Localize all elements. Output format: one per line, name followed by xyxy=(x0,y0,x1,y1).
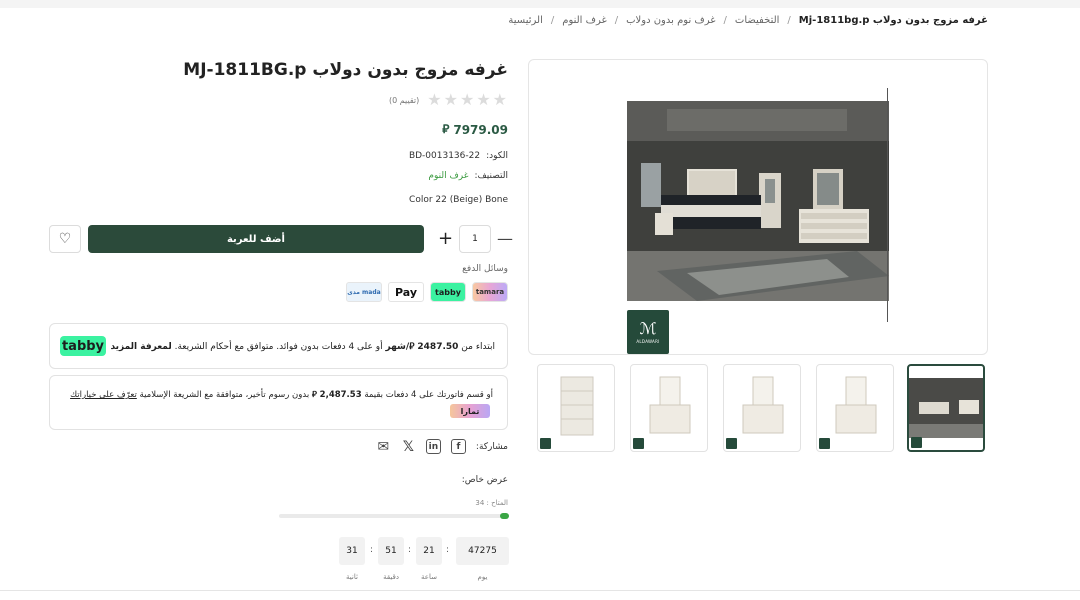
main-image-container[interactable]: ℳ ALDAWARI xyxy=(528,59,988,355)
tabby-logo: tabby xyxy=(430,282,466,302)
tabby-promo[interactable]: tabby ابتداء من 2487.50 ⃁/شهر أو على 4 د… xyxy=(49,323,508,369)
product-code-line: الكود: BD-0013136-22 xyxy=(409,151,508,161)
breadcrumb-bedrooms[interactable]: غرف النوم xyxy=(562,15,607,26)
product-photo xyxy=(627,101,889,301)
quantity-row: ♡ أضف للعربة + 1 — xyxy=(49,225,513,253)
thumbnail[interactable] xyxy=(816,364,894,452)
countdown-days-label: يوم xyxy=(477,573,488,581)
category-label: التصنيف: xyxy=(474,171,508,181)
star-icon[interactable]: ★ xyxy=(460,92,474,108)
photo-divider xyxy=(887,88,888,322)
special-offer-label: عرض خاص: xyxy=(461,475,508,485)
share-row: مشاركة: f in 𝕏 ✉ xyxy=(376,439,508,455)
brand-logo-mark: ℳ xyxy=(639,318,657,338)
breadcrumb-separator: / xyxy=(550,15,555,26)
brand-mini-logo xyxy=(726,438,737,449)
bedroom-illustration xyxy=(627,101,889,301)
countdown-timer: 31 : 51 : 21 : 47275 ثانية دقيقة ساعة يو… xyxy=(339,537,509,587)
tamara-promo[interactable]: أو قسم فاتورتك على 4 دفعات بقيمة 2,487.5… xyxy=(49,375,508,430)
star-icon[interactable]: ★ xyxy=(476,92,490,108)
breadcrumb-current: غرفه مزوج بدون دولاب Mj-1811bg.p xyxy=(798,15,988,26)
breadcrumb-discounts[interactable]: التخفيضات xyxy=(735,15,780,26)
price: 7979.09 ⃁ xyxy=(442,122,508,137)
x-twitter-icon[interactable]: 𝕏 xyxy=(401,439,416,455)
thumbnail-strip xyxy=(537,364,987,452)
color-text: Color 22 (Beige) Bone xyxy=(409,195,508,205)
quantity-input[interactable]: 1 xyxy=(459,225,491,253)
star-icon[interactable]: ★ xyxy=(427,92,441,108)
tabby-promo-text: ابتداء من 2487.50 ⃁/شهر أو على 4 دفعات ب… xyxy=(110,342,495,352)
heart-icon: ♡ xyxy=(58,231,72,247)
rating-count: (0 تقييم) xyxy=(388,95,420,105)
brand-mini-logo xyxy=(540,438,551,449)
tamara-logo: tamara xyxy=(472,282,508,302)
breadcrumb-no-wardrobe[interactable]: غرف نوم بدون دولاب xyxy=(626,15,715,26)
brand-logo-text: ALDAWARI xyxy=(636,338,660,344)
tabby-learn-more-link[interactable]: لمعرفة المزيد xyxy=(110,342,171,352)
countdown-seconds-label: ثانية xyxy=(346,573,358,581)
countdown-seconds: 31 xyxy=(339,537,365,565)
riyal-icon: ⃁ xyxy=(442,122,450,136)
thumbnail[interactable] xyxy=(723,364,801,452)
countdown-separator: : xyxy=(446,545,450,555)
mail-icon[interactable]: ✉ xyxy=(376,439,391,455)
rating: ★ ★ ★ ★ ★ (0 تقييم) xyxy=(389,92,507,108)
quantity-decrease-button[interactable]: — xyxy=(497,227,513,251)
payment-methods: مدى mada Pay tabby tamara xyxy=(346,282,508,302)
apple-pay-logo: Pay xyxy=(388,282,424,302)
countdown-separator: : xyxy=(370,545,374,555)
code-value: BD-0013136-22 xyxy=(408,151,481,161)
mada-logo: مدى mada xyxy=(346,282,382,302)
brand-logo: ℳ ALDAWARI xyxy=(627,310,669,354)
brand-mini-logo xyxy=(633,438,644,449)
countdown-separator: : xyxy=(408,545,412,555)
payment-methods-label: وسائل الدفع xyxy=(462,264,508,274)
breadcrumb-home[interactable]: الرئيسية xyxy=(508,15,542,26)
product-color-line: Color 22 (Beige) Bone xyxy=(409,195,508,205)
brand-mini-logo xyxy=(819,438,830,449)
code-label: الكود: xyxy=(486,151,508,161)
share-label: مشاركة: xyxy=(475,441,508,452)
tamara-promo-logo: تمارا xyxy=(450,404,490,418)
countdown-minutes: 51 xyxy=(378,537,404,565)
category-link[interactable]: غرف النوم xyxy=(428,171,468,181)
thumbnail[interactable] xyxy=(537,364,615,452)
countdown-days: 47275 xyxy=(456,537,509,565)
stock-progress-bar xyxy=(279,513,509,519)
breadcrumb-separator: / xyxy=(723,15,727,26)
add-to-cart-button[interactable]: أضف للعربة xyxy=(88,225,424,253)
tamara-options-link[interactable]: تعرّف على خياراتك xyxy=(70,390,137,400)
product-category-line: التصنيف: غرف النوم xyxy=(428,171,508,181)
star-icon[interactable]: ★ xyxy=(444,92,458,108)
breadcrumb-separator: / xyxy=(614,15,619,26)
top-bar xyxy=(0,0,1080,8)
riyal-icon: ⃁ xyxy=(409,342,415,352)
tabby-promo-logo: tabby xyxy=(60,336,106,356)
breadcrumb-separator: / xyxy=(787,15,791,26)
quantity-increase-button[interactable]: + xyxy=(438,227,453,251)
riyal-icon: ⃁ xyxy=(311,390,317,400)
bottom-divider xyxy=(0,590,1080,591)
product-title: غرفه مزوج بدون دولاب MJ-1811BG.p xyxy=(183,60,508,80)
wishlist-button[interactable]: ♡ xyxy=(49,225,81,253)
tamara-promo-text: أو قسم فاتورتك على 4 دفعات بقيمة 2,487.5… xyxy=(70,390,493,400)
countdown-hours: 21 xyxy=(416,537,442,565)
countdown-minutes-label: دقيقة xyxy=(383,573,399,581)
breadcrumb: الرئيسية / غرف النوم / غرف نوم بدون دولا… xyxy=(508,15,988,26)
stock-available-label: المتاح : 34 xyxy=(475,499,508,507)
star-icon[interactable]: ★ xyxy=(493,92,507,108)
stock-progress-fill xyxy=(499,513,509,519)
brand-mini-logo xyxy=(911,437,922,448)
linkedin-icon[interactable]: in xyxy=(425,439,441,454)
facebook-icon[interactable]: f xyxy=(450,439,466,454)
thumbnail[interactable] xyxy=(630,364,708,452)
countdown-hours-label: ساعة xyxy=(421,573,437,581)
price-value: 7979.09 xyxy=(453,122,508,137)
thumbnail-active[interactable] xyxy=(907,364,985,452)
